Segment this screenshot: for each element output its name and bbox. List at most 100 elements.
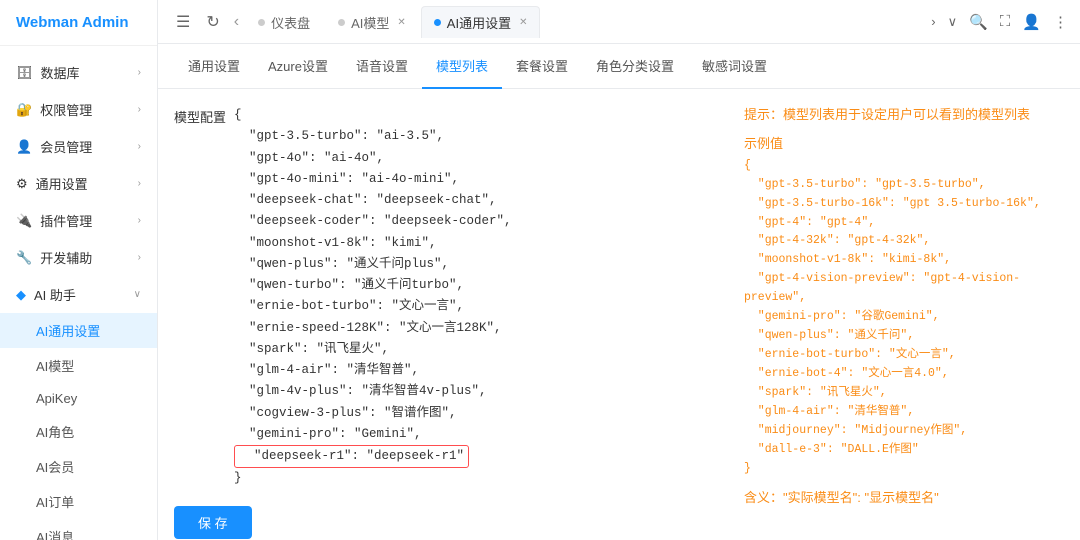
auth-icon: 🔐 <box>16 102 32 118</box>
sidebar: Webman Admin 🗄 数据库 › 🔐 权限管理 › 👤 会员管理 › <box>0 0 158 540</box>
sidebar-item-auth[interactable]: 🔐 权限管理 › <box>0 91 157 128</box>
tab-ai-model[interactable]: AI模型 ✕ <box>325 6 419 38</box>
sidebar-sub-ai-member[interactable]: AI会员 <box>0 449 157 484</box>
content-area: 通用设置 Azure设置 语音设置 模型列表 套餐设置 角色分类设置 敏感词设置… <box>158 44 1080 540</box>
config-line-2: "gpt-4o": "ai-4o", <box>234 148 720 169</box>
tab-back-icon[interactable]: ‹ <box>230 13 243 31</box>
config-line-15: "gemini-pro": "Gemini", <box>234 424 720 445</box>
topbar-right: › ∨ 🔍 ⛶ 👤 ⋮ <box>931 13 1068 31</box>
config-line-5: "deepseek-coder": "deepseek-coder", <box>234 211 720 232</box>
sidebar-sub-ai-general[interactable]: AI通用设置 <box>0 313 157 348</box>
refresh-icon[interactable]: ↻ <box>200 8 225 36</box>
fullscreen-icon[interactable]: ⛶ <box>1000 13 1011 30</box>
config-line-10: "ernie-speed-128K": "文心一言128K", <box>234 318 720 339</box>
devtools-icon: 🔧 <box>16 250 32 266</box>
sidebar-item-general[interactable]: ⚙ 通用设置 › <box>0 165 157 202</box>
hint-line-5: "moonshot-v1-8k": "kimi-8k", <box>744 251 1064 270</box>
chevron-icon: ∨ <box>134 289 141 300</box>
app-logo: Webman Admin <box>0 0 157 46</box>
tab-dot <box>258 19 265 26</box>
user-icon[interactable]: 👤 <box>1022 13 1041 31</box>
hint-line-10: "ernie-bot-4": "文心一言4.0", <box>744 365 1064 384</box>
hint-meaning: 含义："实际模型名": "显示模型名" <box>744 487 1064 506</box>
tab-close-icon[interactable]: ✕ <box>397 17 405 28</box>
hint-line-6: "gpt-4-vision-preview": "gpt-4-vision-pr… <box>744 270 1064 308</box>
hint-line-14: "dall-e-3": "DALL.E作图" <box>744 441 1064 460</box>
sidebar-sub-ai-order[interactable]: AI订单 <box>0 484 157 519</box>
sidebar-menu: 🗄 数据库 › 🔐 权限管理 › 👤 会员管理 › ⚙ 通用设置 › <box>0 46 157 540</box>
config-label: 模型配置 <box>174 107 226 490</box>
main-area: ☰ ↻ ‹ 仪表盘 AI模型 ✕ AI通用设置 ✕ <box>158 0 1080 540</box>
config-line-9: "ernie-bot-turbo": "文心一言", <box>234 296 720 317</box>
sidebar-item-devtools[interactable]: 🔧 开发辅助 › <box>0 239 157 276</box>
tab-dot <box>338 19 345 26</box>
sub-tab-sensitive[interactable]: 敏感词设置 <box>688 44 781 89</box>
hint-line-1: "gpt-3.5-turbo": "gpt-3.5-turbo", <box>744 176 1064 195</box>
hint-line-9: "ernie-bot-turbo": "文心一言", <box>744 346 1064 365</box>
hint-brace-close: } <box>744 460 1064 479</box>
sub-tab-package[interactable]: 套餐设置 <box>502 44 582 89</box>
sub-tab-azure[interactable]: Azure设置 <box>254 44 342 89</box>
config-line-7: "qwen-plus": "通义千问plus", <box>234 254 720 275</box>
sub-tab-voice[interactable]: 语音设置 <box>342 44 422 89</box>
config-line-8: "qwen-turbo": "通义千问turbo", <box>234 275 720 296</box>
sidebar-sub-ai-model[interactable]: AI模型 <box>0 348 157 383</box>
topbar-left: ☰ ↻ ‹ 仪表盘 AI模型 ✕ AI通用设置 ✕ <box>170 6 540 38</box>
chevron-icon: › <box>138 178 141 189</box>
ai-icon: ◆ <box>16 287 26 303</box>
sidebar-item-plugin[interactable]: 🔌 插件管理 › <box>0 202 157 239</box>
plugin-icon: 🔌 <box>16 213 32 229</box>
search-icon[interactable]: 🔍 <box>969 13 988 31</box>
right-panel: 提示：模型列表用于设定用户可以看到的模型列表 示例值 { "gpt-3.5-tu… <box>744 105 1064 524</box>
sub-tab-role-category[interactable]: 角色分类设置 <box>582 44 688 89</box>
config-line-14: "cogview-3-plus": "智谱作图", <box>234 403 720 424</box>
chevron-icon: › <box>138 104 141 115</box>
config-line-13: "glm-4v-plus": "清华智普4v-plus", <box>234 381 720 402</box>
tab-forward-icon[interactable]: › <box>931 14 935 29</box>
sidebar-sub-ai-message[interactable]: AI消息 <box>0 519 157 540</box>
config-line-4: "deepseek-chat": "deepseek-chat", <box>234 190 720 211</box>
sidebar-sub-apikey[interactable]: ApiKey <box>0 383 157 414</box>
sidebar-item-member[interactable]: 👤 会员管理 › <box>0 128 157 165</box>
general-icon: ⚙ <box>16 176 28 192</box>
config-line-highlighted: "deepseek-r1": "deepseek-r1" <box>234 445 469 468</box>
tab-dashboard[interactable]: 仪表盘 <box>245 6 323 38</box>
sidebar-sub-ai-role[interactable]: AI角色 <box>0 414 157 449</box>
chevron-icon: › <box>138 67 141 78</box>
topbar: ☰ ↻ ‹ 仪表盘 AI模型 ✕ AI通用设置 ✕ <box>158 0 1080 44</box>
chevron-icon: › <box>138 141 141 152</box>
sub-tab-model-list[interactable]: 模型列表 <box>422 44 502 89</box>
sub-tab-general[interactable]: 通用设置 <box>174 44 254 89</box>
hint-line-11: "spark": "讯飞星火", <box>744 384 1064 403</box>
config-line-11: "spark": "讯飞星火", <box>234 339 720 360</box>
config-line-brace-open: { <box>234 105 720 126</box>
config-line-brace-close: } <box>234 468 720 489</box>
save-button[interactable]: 保 存 <box>174 506 252 539</box>
member-icon: 👤 <box>16 139 32 155</box>
sidebar-item-database[interactable]: 🗄 数据库 › <box>0 54 157 91</box>
hint-line-2: "gpt-3.5-turbo-16k": "gpt 3.5-turbo-16k"… <box>744 195 1064 214</box>
tab-ai-general[interactable]: AI通用设置 ✕ <box>421 6 541 38</box>
more-icon[interactable]: ⋮ <box>1053 13 1068 31</box>
sub-tabs: 通用设置 Azure设置 语音设置 模型列表 套餐设置 角色分类设置 敏感词设置 <box>158 44 1080 89</box>
hint-title: 提示：模型列表用于设定用户可以看到的模型列表 <box>744 105 1064 126</box>
menu-icon[interactable]: ☰ <box>170 8 196 36</box>
hint-example: 示例值 { "gpt-3.5-turbo": "gpt-3.5-turbo", … <box>744 134 1064 479</box>
chevron-icon: › <box>138 215 141 226</box>
tab-expand-icon[interactable]: ∨ <box>948 14 958 30</box>
config-line-3: "gpt-4o-mini": "ai-4o-mini", <box>234 169 720 190</box>
tab-close-icon[interactable]: ✕ <box>519 17 527 28</box>
tabs-bar: ‹ 仪表盘 AI模型 ✕ AI通用设置 ✕ <box>230 6 541 38</box>
config-line-6: "moonshot-v1-8k": "kimi", <box>234 233 720 254</box>
chevron-icon: › <box>138 252 141 263</box>
main-content: 模型配置 { "gpt-3.5-turbo": "ai-3.5", "gpt-4… <box>158 89 1080 540</box>
hint-line-13: "midjourney": "Midjourney作图", <box>744 422 1064 441</box>
hint-box: 提示：模型列表用于设定用户可以看到的模型列表 示例值 { "gpt-3.5-tu… <box>744 105 1064 506</box>
hint-line-12: "glm-4-air": "清华智普", <box>744 403 1064 422</box>
config-line-1: "gpt-3.5-turbo": "ai-3.5", <box>234 126 720 147</box>
left-panel: 模型配置 { "gpt-3.5-turbo": "ai-3.5", "gpt-4… <box>174 105 720 524</box>
tab-dot <box>434 19 441 26</box>
sidebar-item-ai[interactable]: ◆ AI 助手 ∨ <box>0 276 157 313</box>
hint-line-8: "qwen-plus": "通义千问", <box>744 327 1064 346</box>
database-icon: 🗄 <box>16 65 33 81</box>
